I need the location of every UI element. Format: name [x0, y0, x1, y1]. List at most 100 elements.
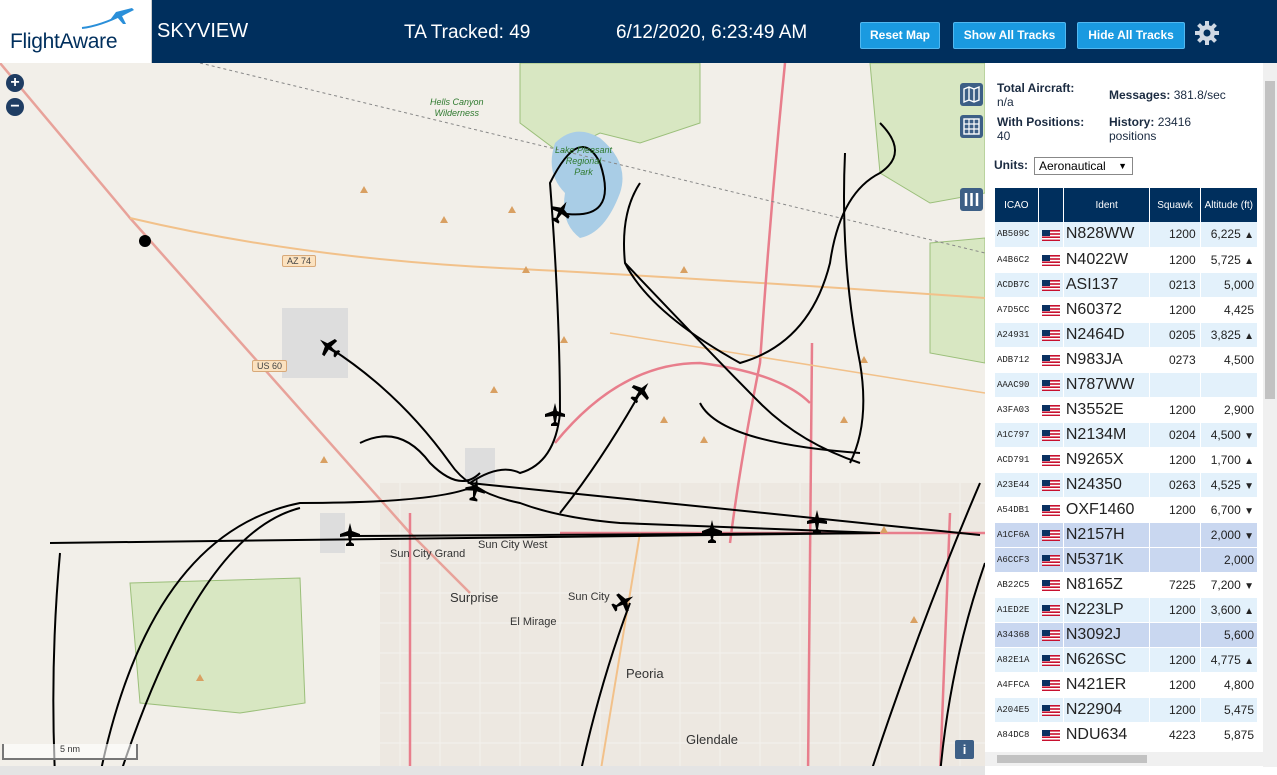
table-row[interactable]: A4FFCA N421ER 1200 4,800 [995, 672, 1259, 698]
grid-icon[interactable] [960, 115, 983, 138]
skyview-app: FlightAware SKYVIEW TA Tracked: 49 6/12/… [0, 0, 1277, 775]
us-flag-icon [1038, 647, 1064, 673]
scroll-thumb[interactable] [997, 755, 1147, 763]
altitude-trend-icon: ▲ [1244, 330, 1254, 342]
squawk-cell: 1200 [1149, 297, 1201, 323]
altitude-trend-icon: ▼ [1244, 480, 1254, 492]
table-row[interactable]: ACD791 N9265X 1200 1,700 ▲ [995, 447, 1259, 473]
altitude-cell: 5,600 [1200, 622, 1259, 648]
altitude-cell [1200, 372, 1259, 398]
us-flag-icon [1038, 272, 1064, 298]
aircraft-panel: Total Aircraft: n/a With Positions: 40 Mes… [985, 63, 1277, 775]
columns-icon[interactable] [960, 188, 983, 211]
icao-cell: A4FFCA [995, 672, 1039, 698]
messages-stat: Messages: 381.8/sec [1109, 88, 1226, 102]
col-icao[interactable]: ICAO [995, 188, 1039, 222]
total-aircraft-stat: Total Aircraft: n/a [997, 81, 1075, 109]
table-row[interactable]: A4B6C2 N4022W 1200 5,725 ▲ [995, 247, 1259, 273]
altitude-cell: 4,500 ▼ [1200, 422, 1259, 448]
altitude-cell: 2,000 ▼ [1200, 522, 1259, 548]
squawk-cell: 1200 [1149, 697, 1201, 723]
gear-icon[interactable] [1194, 20, 1220, 46]
squawk-cell: 1200 [1149, 497, 1201, 523]
ident-cell: N22904 [1063, 697, 1151, 723]
units-select[interactable]: Aeronautical ▼ [1034, 157, 1133, 175]
panel-horizontal-scrollbar[interactable] [985, 752, 1263, 766]
table-row[interactable]: A3FA03 N3552E 1200 2,900 [995, 397, 1259, 423]
col-ident[interactable]: Ident [1063, 188, 1151, 222]
squawk-cell: 0204 [1149, 422, 1201, 448]
us60-shield: US 60 [252, 360, 288, 372]
squawk-cell [1149, 522, 1201, 548]
col-altitude[interactable]: Altitude (ft) [1200, 188, 1259, 222]
reset-map-button[interactable]: Reset Map [860, 22, 940, 49]
ident-cell: N24350 [1063, 472, 1151, 498]
table-row[interactable]: AB22C5 N8165Z 7225 7,200 ▼ [995, 572, 1259, 598]
flightaware-logo[interactable]: FlightAware [0, 0, 152, 63]
table-row[interactable]: A6CCF3 N5371K 2,000 [995, 547, 1259, 573]
table-row[interactable]: ACDB7C ASI137 0213 5,000 [995, 272, 1259, 298]
ident-cell: N4022W [1063, 247, 1151, 273]
ident-cell: N2134M [1063, 422, 1151, 448]
squawk-cell: 0205 [1149, 322, 1201, 348]
table-row[interactable]: A34368 N3092J 5,600 [995, 622, 1259, 648]
table-row[interactable]: A1CF6A N2157H 2,000 ▼ [995, 522, 1259, 548]
table-row[interactable]: AAAC90 N787WW [995, 372, 1259, 398]
us-flag-icon [1038, 422, 1064, 448]
peoria-label: Peoria [626, 666, 664, 681]
us-flag-icon [1038, 247, 1064, 273]
ident-cell: N626SC [1063, 647, 1151, 673]
icao-cell: ACDB7C [995, 272, 1039, 298]
scroll-thumb[interactable] [1265, 81, 1275, 399]
altitude-cell: 3,825 ▲ [1200, 322, 1259, 348]
table-row[interactable]: A1C797 N2134M 0204 4,500 ▼ [995, 422, 1259, 448]
col-squawk[interactable]: Squawk [1149, 188, 1201, 222]
map-view[interactable]: Hells Canyon Wilderness Lake Pleasant Re… [0, 63, 985, 775]
ident-cell: N2157H [1063, 522, 1151, 548]
map-horizontal-scrollbar[interactable] [0, 766, 985, 775]
table-row[interactable]: AB509C N828WW 1200 6,225 ▲ [995, 222, 1259, 248]
table-row[interactable]: A24931 N2464D 0205 3,825 ▲ [995, 322, 1259, 348]
altitude-cell: 4,800 [1200, 672, 1259, 698]
icao-cell: A7D5CC [995, 297, 1039, 323]
table-row[interactable]: A7D5CC N60372 1200 4,425 [995, 297, 1259, 323]
table-row[interactable]: A54DB1 OXF1460 1200 6,700 ▼ [995, 497, 1259, 523]
squawk-cell: 0263 [1149, 472, 1201, 498]
table-row[interactable]: A82E1A N626SC 1200 4,775 ▲ [995, 647, 1259, 673]
ident-cell: N5371K [1063, 547, 1151, 573]
altitude-cell: 4,525 ▼ [1200, 472, 1259, 498]
ident-cell: ASI137 [1063, 272, 1151, 298]
icao-cell: ACD791 [995, 447, 1039, 473]
zoom-in-button[interactable]: + [6, 74, 24, 92]
ident-cell: N787WW [1063, 372, 1151, 398]
us-flag-icon [1038, 397, 1064, 423]
table-row[interactable]: A23E44 N24350 0263 4,525 ▼ [995, 472, 1259, 498]
table-row[interactable]: A1ED2E N223LP 1200 3,600 ▲ [995, 597, 1259, 623]
hide-all-tracks-button[interactable]: Hide All Tracks [1077, 22, 1185, 49]
info-icon[interactable]: i [955, 740, 974, 759]
us-flag-icon [1038, 697, 1064, 723]
us-flag-icon [1038, 572, 1064, 598]
altitude-trend-icon: ▼ [1244, 580, 1254, 592]
panel-vertical-scrollbar[interactable] [1263, 63, 1277, 767]
show-all-tracks-button[interactable]: Show All Tracks [953, 22, 1066, 49]
table-row[interactable]: ADB712 N983JA 0273 4,500 [995, 347, 1259, 373]
altitude-cell: 2,900 [1200, 397, 1259, 423]
ident-cell: N3552E [1063, 397, 1151, 423]
altitude-trend-icon: ▲ [1244, 230, 1254, 242]
zoom-out-button[interactable]: − [6, 98, 24, 116]
icao-cell: A3FA03 [995, 397, 1039, 423]
altitude-cell: 4,775 ▲ [1200, 647, 1259, 673]
altitude-cell: 4,500 [1200, 347, 1259, 373]
table-row[interactable]: A84DC8 NDU634 4223 5,875 [995, 722, 1259, 748]
squawk-cell: 7225 [1149, 572, 1201, 598]
ident-cell: N983JA [1063, 347, 1151, 373]
map-layers-icon[interactable] [960, 83, 983, 106]
table-row[interactable]: A204E5 N22904 1200 5,475 [995, 697, 1259, 723]
col-flag[interactable] [1038, 188, 1064, 222]
altitude-trend-icon: ▲ [1244, 455, 1254, 467]
squawk-cell: 1200 [1149, 672, 1201, 698]
lake-pleasant-label: Lake Pleasant Regional Park [555, 145, 613, 177]
altitude-trend-icon: ▼ [1244, 530, 1254, 542]
altitude-trend-icon: ▼ [1244, 430, 1254, 442]
